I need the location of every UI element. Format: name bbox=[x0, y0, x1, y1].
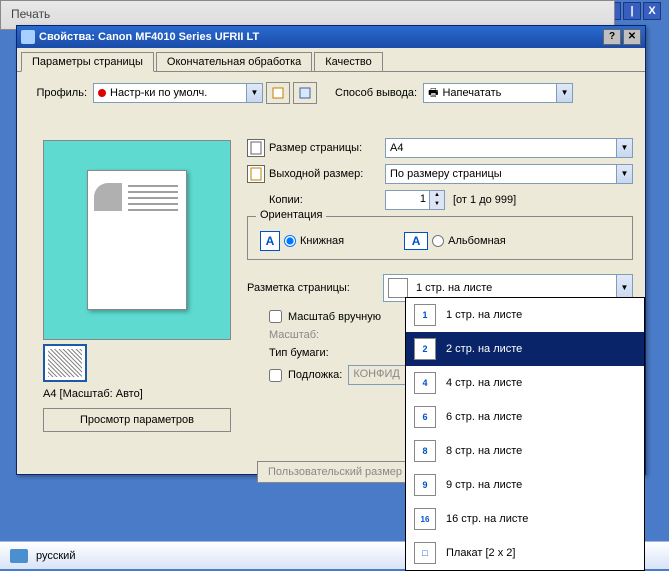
list-item[interactable]: 88 стр. на листе bbox=[406, 434, 644, 468]
profile-edit-button[interactable] bbox=[266, 82, 290, 104]
output-value: Напечатать bbox=[442, 87, 501, 99]
profile-dropdown[interactable]: Настр-ки по умолч. ▼ bbox=[93, 83, 263, 103]
tab-bar: Параметры страницы Окончательная обработ… bbox=[17, 52, 645, 72]
tab-page-setup[interactable]: Параметры страницы bbox=[21, 52, 154, 72]
portrait-radio[interactable] bbox=[284, 235, 296, 247]
printer-icon: 🖶 bbox=[428, 84, 438, 103]
preview-box bbox=[43, 140, 231, 340]
list-item[interactable]: 22 стр. на листе bbox=[406, 332, 644, 366]
layout-options-list: 11 стр. на листе 22 стр. на листе 44 стр… bbox=[405, 297, 645, 571]
spin-up-icon[interactable]: ▲ bbox=[429, 191, 444, 200]
watermark-checkbox[interactable] bbox=[269, 369, 282, 382]
layout-icon: 6 bbox=[414, 406, 436, 428]
profile-value: Настр-ки по умолч. bbox=[110, 87, 207, 99]
page-size-label: Размер страницы: bbox=[269, 142, 379, 154]
layout-icon: 2 bbox=[414, 338, 436, 360]
layout-icon: 8 bbox=[414, 440, 436, 462]
list-item[interactable]: □Плакат [2 x 2] bbox=[406, 536, 644, 570]
copies-value: 1 bbox=[420, 193, 426, 205]
parent-title: Печать bbox=[1, 1, 614, 27]
copies-spinner[interactable]: 1 ▲▼ bbox=[385, 190, 445, 210]
layout-icon: □ bbox=[414, 542, 436, 564]
output-size-dropdown[interactable]: По размеру страницы ▼ bbox=[385, 164, 633, 184]
landscape-icon: A bbox=[404, 232, 428, 250]
output-size-icon bbox=[247, 165, 265, 183]
orientation-landscape[interactable]: A Альбомная bbox=[404, 232, 506, 250]
titlebar: Свойства: Canon MF4010 Series UFRII LT ?… bbox=[17, 26, 645, 48]
paper-type-label: Тип бумаги: bbox=[269, 347, 379, 359]
landscape-radio[interactable] bbox=[432, 235, 444, 247]
copies-hint: [от 1 до 999] bbox=[453, 194, 516, 206]
scale-label: Масштаб: bbox=[269, 329, 379, 341]
orientation-label: Ориентация bbox=[256, 209, 326, 221]
close-button[interactable]: ✕ bbox=[623, 29, 641, 45]
layout-icon: 1 bbox=[414, 304, 436, 326]
edit-icon bbox=[271, 86, 285, 100]
page-preview bbox=[87, 170, 187, 310]
profile-dot-icon bbox=[98, 89, 106, 97]
orientation-fieldset: Ориентация A Книжная A Альбомная bbox=[247, 216, 633, 260]
list-item[interactable]: 66 стр. на листе bbox=[406, 400, 644, 434]
restore-button[interactable]: | bbox=[623, 2, 641, 20]
output-size-label: Выходной размер: bbox=[269, 168, 379, 180]
output-dropdown[interactable]: 🖶 Напечатать ▼ bbox=[423, 83, 573, 103]
portrait-icon: A bbox=[260, 231, 280, 251]
preview-thumbnail[interactable] bbox=[43, 344, 87, 382]
preview-lines bbox=[128, 185, 178, 215]
save-icon bbox=[298, 86, 312, 100]
chevron-down-icon: ▼ bbox=[246, 84, 262, 102]
tab-quality[interactable]: Качество bbox=[314, 52, 383, 71]
preview-graphic-icon bbox=[94, 183, 122, 211]
list-item[interactable]: 99 стр. на листе bbox=[406, 468, 644, 502]
page-size-dropdown[interactable]: A4 ▼ bbox=[385, 138, 633, 158]
language-icon bbox=[10, 549, 28, 563]
preview-panel: A4 [Масштаб: Авто] Просмотр параметров bbox=[43, 140, 231, 432]
page-size-icon bbox=[247, 139, 265, 157]
profile-label: Профиль: bbox=[27, 87, 87, 99]
dialog-title: Свойства: Canon MF4010 Series UFRII LT bbox=[39, 31, 601, 43]
orientation-portrait[interactable]: A Книжная bbox=[260, 231, 344, 251]
view-params-button[interactable]: Просмотр параметров bbox=[43, 408, 231, 432]
chevron-down-icon: ▼ bbox=[616, 165, 632, 183]
watermark-label: Подложка: bbox=[288, 369, 342, 381]
profile-save-button[interactable] bbox=[293, 82, 317, 104]
layout-label: Разметка страницы: bbox=[247, 282, 377, 294]
layout-1page-icon bbox=[388, 278, 408, 298]
layout-icon: 4 bbox=[414, 372, 436, 394]
page-size-value: A4 bbox=[390, 142, 403, 154]
chevron-down-icon: ▼ bbox=[556, 84, 572, 102]
landscape-label: Альбомная bbox=[448, 235, 506, 247]
layout-icon: 16 bbox=[414, 508, 436, 530]
scale-manual-checkbox[interactable] bbox=[269, 310, 282, 323]
language-label: русский bbox=[36, 550, 75, 562]
layout-icon: 9 bbox=[414, 474, 436, 496]
tab-finishing[interactable]: Окончательная обработка bbox=[156, 52, 312, 71]
output-label: Способ вывода: bbox=[335, 87, 417, 99]
help-title-button[interactable]: ? bbox=[603, 29, 621, 45]
preview-info: A4 [Масштаб: Авто] bbox=[43, 386, 231, 402]
portrait-label: Книжная bbox=[300, 235, 344, 247]
list-item[interactable]: 44 стр. на листе bbox=[406, 366, 644, 400]
scale-manual-label: Масштаб вручную bbox=[288, 311, 381, 323]
list-item[interactable]: 11 стр. на листе bbox=[406, 298, 644, 332]
chevron-down-icon: ▼ bbox=[616, 139, 632, 157]
layout-value: 1 стр. на листе bbox=[416, 282, 492, 294]
spin-down-icon[interactable]: ▼ bbox=[429, 200, 444, 209]
list-item[interactable]: 1616 стр. на листе bbox=[406, 502, 644, 536]
app-icon bbox=[21, 30, 35, 44]
copies-label: Копии: bbox=[269, 194, 379, 206]
close-outer-button[interactable]: X bbox=[643, 2, 661, 20]
output-size-value: По размеру страницы bbox=[390, 168, 502, 180]
